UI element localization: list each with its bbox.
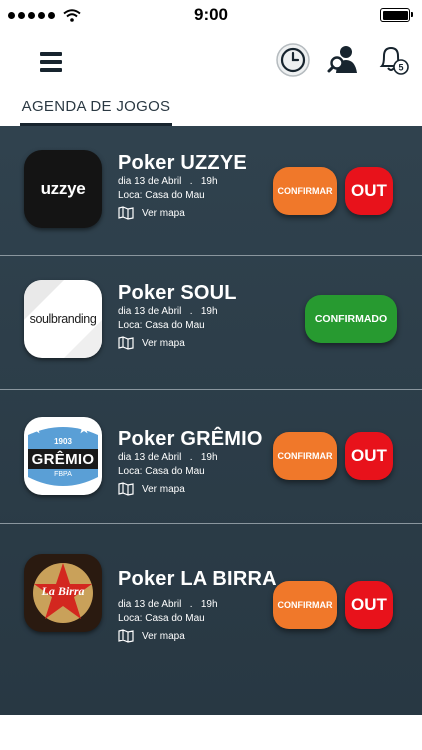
game-title: Poker LA BIRRA xyxy=(118,568,277,590)
confirm-button[interactable]: CONFIRMAR xyxy=(273,432,337,480)
game-location: Loca: Casa do Mau xyxy=(118,466,205,477)
hamburger-menu-icon[interactable] xyxy=(40,52,62,72)
view-map-link[interactable]: Ver mapa xyxy=(118,206,185,220)
tab-agenda-de-jogos[interactable]: AGENDA DE JOGOS xyxy=(20,98,172,126)
tab-bar: AGENDA DE JOGOS xyxy=(0,92,422,126)
game-list: uzzye Poker UZZYE dia 13 de Abril . 19h … xyxy=(0,126,422,715)
map-icon xyxy=(118,336,134,350)
notification-count-badge: 5 xyxy=(398,63,403,73)
clock-icon[interactable] xyxy=(275,42,311,78)
view-map-link[interactable]: Ver mapa xyxy=(118,336,185,350)
map-icon xyxy=(118,206,134,220)
game-date-time: dia 13 de Abril . 19h xyxy=(118,452,218,463)
game-location: Loca: Casa do Mau xyxy=(118,320,205,331)
map-icon xyxy=(118,629,134,643)
signal-strength-icon xyxy=(8,8,81,22)
game-location: Loca: Casa do Mau xyxy=(118,613,205,624)
map-icon xyxy=(118,482,134,496)
app-header: 5 xyxy=(0,30,422,92)
status-bar: 9:00 xyxy=(0,0,422,30)
game-title: Poker UZZYE xyxy=(118,152,247,174)
out-button[interactable]: OUT xyxy=(345,581,393,629)
battery-icon xyxy=(380,8,413,22)
game-date-time: dia 13 de Abril . 19h xyxy=(118,599,218,610)
soulbranding-logo: soulbranding xyxy=(24,280,102,358)
game-card-la-birra[interactable]: La Birra Poker LA BIRRA dia 13 de Abril … xyxy=(0,524,422,715)
uzzye-logo: uzzye xyxy=(24,150,102,228)
confirm-button[interactable]: CONFIRMAR xyxy=(273,581,337,629)
out-button[interactable]: OUT xyxy=(345,432,393,480)
la-birra-logo: La Birra xyxy=(24,554,102,632)
out-button[interactable]: OUT xyxy=(345,167,393,215)
confirmed-status-button[interactable]: CONFIRMADO xyxy=(305,295,397,343)
wifi-icon xyxy=(63,8,81,22)
bell-icon[interactable]: 5 xyxy=(374,42,410,78)
game-title: Poker GRÊMIO xyxy=(118,428,263,450)
game-card-soul[interactable]: soulbranding Poker SOUL dia 13 de Abril … xyxy=(0,256,422,390)
game-date-time: dia 13 de Abril . 19h xyxy=(118,306,218,317)
view-map-link[interactable]: Ver mapa xyxy=(118,482,185,496)
game-card-uzzye[interactable]: uzzye Poker UZZYE dia 13 de Abril . 19h … xyxy=(0,126,422,256)
game-date-time: dia 13 de Abril . 19h xyxy=(118,176,218,187)
gremio-logo: 1903 GRÊMIO FBPA xyxy=(24,417,102,495)
game-card-gremio[interactable]: 1903 GRÊMIO FBPA Poker GRÊMIO dia 13 de … xyxy=(0,390,422,524)
confirm-button[interactable]: CONFIRMAR xyxy=(273,167,337,215)
game-location: Loca: Casa do Mau xyxy=(118,190,205,201)
game-title: Poker SOUL xyxy=(118,282,237,304)
user-search-icon[interactable] xyxy=(326,42,362,78)
view-map-link[interactable]: Ver mapa xyxy=(118,629,185,643)
